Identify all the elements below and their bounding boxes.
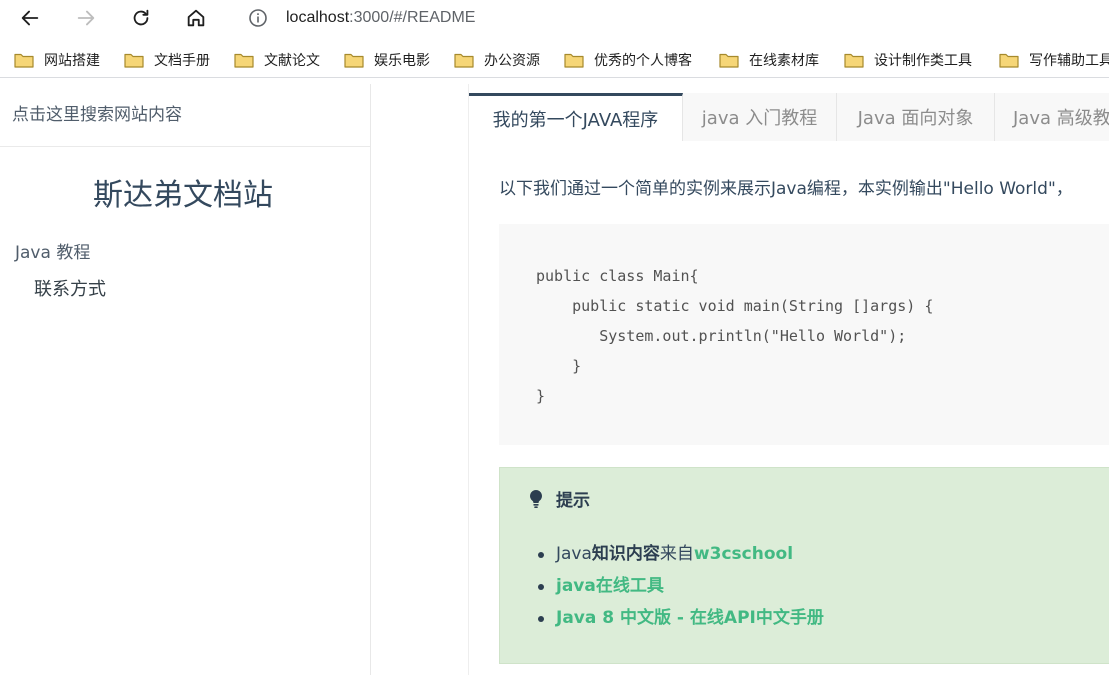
bookmark-label: 娱乐电影: [374, 52, 430, 68]
java-online-tools-link[interactable]: java在线工具: [556, 576, 664, 596]
browser-toolbar: localhost:3000/#/README: [0, 0, 1109, 38]
search-box: [0, 84, 370, 147]
bookmark-folder[interactable]: 在线素材库: [719, 48, 819, 72]
folder-icon: [124, 53, 144, 68]
bookmark-folder[interactable]: 办公资源: [454, 48, 540, 72]
bookmark-label: 文献论文: [264, 52, 320, 68]
list-item: Java 8 中文版 - 在线API中文手册: [538, 602, 824, 634]
folder-icon: [454, 53, 474, 68]
folder-icon: [719, 53, 739, 68]
bookmark-folder[interactable]: 网站搭建: [14, 48, 100, 72]
tip-box: 提示 Java知识内容来自w3cschool java在线工具 Java 8 中…: [499, 467, 1109, 664]
home-button[interactable]: [179, 3, 213, 33]
code-line: System.out.println("Hello World");: [536, 327, 907, 345]
sidebar: 斯达弟文档站 Java 教程 联系方式: [0, 84, 371, 675]
bookmark-folder[interactable]: 娱乐电影: [344, 48, 430, 72]
reload-icon: [133, 9, 149, 26]
lightbulb-icon: [530, 489, 542, 508]
url-text[interactable]: localhost:3000/#/README: [286, 7, 475, 29]
back-icon: [21, 10, 39, 26]
bookmark-folder[interactable]: 设计制作类工具: [844, 48, 972, 72]
tip-text: 来自: [659, 544, 694, 564]
bookmark-label: 文档手册: [154, 52, 210, 68]
code-line: public class Main{: [536, 267, 699, 285]
info-icon[interactable]: [248, 8, 268, 28]
bookmark-label: 网站搭建: [44, 52, 100, 68]
list-item: java在线工具: [538, 570, 824, 602]
folder-icon: [564, 53, 584, 68]
back-button[interactable]: [13, 3, 47, 33]
bookmark-label: 优秀的个人博客: [594, 52, 692, 68]
folder-icon: [234, 53, 254, 68]
url-path: :3000/#/README: [349, 9, 476, 26]
w3cschool-link[interactable]: w3cschool: [694, 544, 793, 564]
code-text: public class Main{ public static void ma…: [536, 261, 933, 411]
java8-api-manual-link[interactable]: Java 8 中文版 - 在线API中文手册: [556, 608, 824, 628]
tab-first-java-program[interactable]: 我的第一个JAVA程序: [469, 93, 683, 141]
bookmark-label: 办公资源: [484, 52, 540, 68]
tip-title-text: 提示: [556, 491, 590, 511]
tip-list: Java知识内容来自w3cschool java在线工具 Java 8 中文版 …: [538, 538, 824, 634]
code-block: public class Main{ public static void ma…: [499, 224, 1109, 445]
tab-java-advanced[interactable]: Java 高级教程: [995, 93, 1109, 141]
home-icon: [187, 9, 205, 27]
folder-icon: [844, 53, 864, 68]
folder-icon: [344, 53, 364, 68]
url-host: localhost: [286, 9, 350, 26]
bookmark-folder[interactable]: 文献论文: [234, 48, 320, 72]
list-item: Java知识内容来自w3cschool: [538, 538, 824, 570]
tip-title: 提示: [528, 486, 590, 511]
bookmark-folder[interactable]: 文档手册: [124, 48, 210, 72]
tab-bar: 我的第一个JAVA程序 java 入门教程 Java 面向对象 Java 高级教…: [469, 93, 1109, 141]
folder-icon: [999, 53, 1019, 68]
forward-button[interactable]: [69, 3, 103, 33]
reload-button[interactable]: [124, 3, 158, 33]
bookmark-folder[interactable]: 优秀的个人博客: [564, 48, 692, 72]
forward-icon: [77, 10, 95, 26]
sidebar-item-contact[interactable]: 联系方式: [34, 275, 106, 301]
main-content: 我的第一个JAVA程序 java 入门教程 Java 面向对象 Java 高级教…: [468, 84, 1109, 675]
tip-text: Java: [556, 544, 592, 564]
bookmark-folder[interactable]: 写作辅助工具: [999, 48, 1109, 72]
code-line: public static void main(String []args) {: [536, 297, 934, 315]
intro-paragraph: 以下我们通过一个简单的实例来展示Java编程，本实例输出"Hello World…: [499, 179, 1073, 199]
bookmark-label: 设计制作类工具: [874, 52, 972, 68]
bookmark-label: 在线素材库: [749, 52, 819, 68]
code-line: }: [536, 387, 546, 405]
bookmark-label: 写作辅助工具: [1029, 52, 1109, 68]
address-bar[interactable]: localhost:3000/#/README: [232, 0, 1109, 36]
bookmarks-bar: 网站搭建 文档手册 文献论文 娱乐电影 办公资源 优秀的个人博客 在线素材库 设…: [0, 42, 1109, 78]
search-input[interactable]: [12, 98, 352, 132]
tab-java-intro[interactable]: java 入门教程: [683, 93, 837, 141]
folder-icon: [14, 53, 34, 68]
tip-bold-text: 知识内容: [591, 544, 660, 564]
app-name[interactable]: 斯达弟文档站: [0, 170, 366, 214]
code-line: }: [536, 357, 582, 375]
sidebar-item-java-tutorial[interactable]: Java 教程: [15, 238, 90, 263]
tab-java-oop[interactable]: Java 面向对象: [837, 93, 995, 141]
